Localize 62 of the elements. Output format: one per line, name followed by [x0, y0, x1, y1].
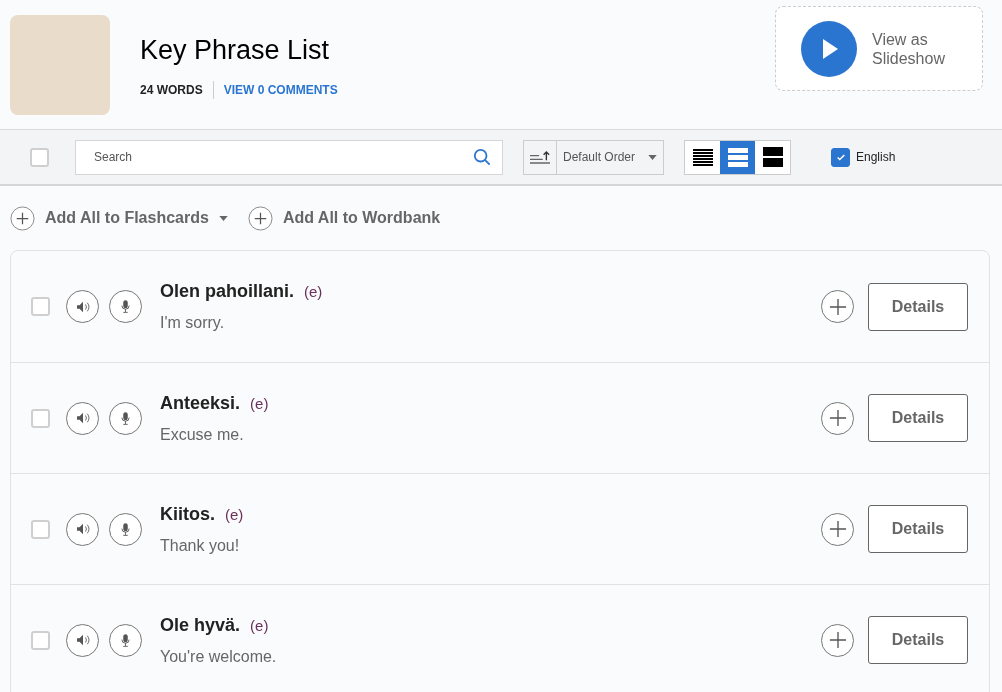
add-button[interactable] [821, 401, 854, 435]
checkbox[interactable] [831, 147, 850, 167]
speaker-icon [75, 300, 90, 313]
comments-link[interactable]: VIEW 0 COMMENTS [213, 80, 338, 99]
record-button[interactable] [109, 290, 142, 323]
translation-text: I'm sorry. [160, 313, 226, 333]
details-button[interactable]: Details [868, 394, 968, 442]
audio-button[interactable] [66, 512, 99, 546]
add-button[interactable] [821, 512, 854, 546]
list-icon [727, 147, 748, 167]
speaker-icon [75, 634, 90, 646]
plus-icon [828, 520, 847, 538]
microphone-icon [121, 522, 130, 536]
plus-icon [247, 205, 273, 231]
caret-icon [218, 215, 228, 221]
large-list-icon [762, 147, 783, 167]
audio-button[interactable] [66, 290, 99, 323]
sort-icon [530, 150, 550, 164]
phrase-text: Ole hyvä. [160, 613, 241, 637]
translation-text: You're welcome. [160, 646, 278, 667]
translation-text: Thank you! [160, 535, 241, 556]
phrase-text: Anteeksi. [160, 391, 241, 415]
details-button[interactable]: Details [868, 282, 968, 331]
details-button[interactable]: Details [868, 616, 968, 664]
speaker-icon [75, 523, 90, 535]
details-button[interactable]: Details [868, 505, 968, 553]
formality-tag: (e) [225, 503, 244, 526]
speaker-icon [75, 412, 90, 424]
add-all-button[interactable]: Add All to Flashcards [10, 205, 228, 231]
sort-direction-button[interactable] [524, 140, 557, 174]
audio-button[interactable] [66, 623, 99, 657]
slideshow-button[interactable]: View as Slideshow [775, 6, 983, 91]
plus-icon [10, 205, 35, 231]
record-button[interactable] [109, 401, 142, 435]
formality-tag: (e) [304, 281, 323, 304]
checkbox-label: English [856, 149, 896, 166]
formality-tag: (e) [250, 392, 269, 415]
phrase-text: Kiitos. [160, 502, 215, 526]
phrase-text: Olen pahoillani. [160, 280, 294, 303]
page-title: Key Phrase List [140, 34, 331, 68]
add-button[interactable] [821, 290, 854, 323]
caret-icon [648, 154, 657, 160]
plus-icon [828, 409, 847, 427]
record-button[interactable] [109, 512, 142, 546]
search-field[interactable]: Search [75, 139, 503, 175]
audio-button[interactable] [66, 401, 99, 435]
play-icon [801, 20, 857, 77]
microphone-icon [121, 411, 130, 425]
checkmark-icon [835, 152, 846, 162]
sort-dropdown[interactable]: Default Order [557, 140, 663, 174]
dense-list-icon [692, 147, 713, 167]
formality-tag: (e) [250, 614, 269, 637]
search-icon [473, 147, 491, 166]
plus-icon [828, 631, 847, 649]
add-all-button[interactable]: Add All to Wordbank [247, 205, 441, 231]
translation-text: Excuse me. [160, 424, 245, 445]
add-button[interactable] [821, 623, 854, 657]
microphone-icon [121, 633, 130, 647]
plus-icon [828, 297, 847, 316]
word-count: 24 WORDS [140, 80, 214, 99]
microphone-icon [121, 300, 130, 313]
record-button[interactable] [109, 623, 142, 657]
